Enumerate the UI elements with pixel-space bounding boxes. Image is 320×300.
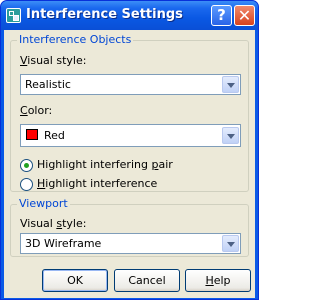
- chevron-down-icon[interactable]: [222, 235, 239, 252]
- visual-style-label: Visual style:: [20, 54, 86, 67]
- color-value: Red: [44, 129, 65, 142]
- viewport-visual-style-select[interactable]: 3D Wireframe: [20, 233, 241, 254]
- ok-button[interactable]: OK: [42, 269, 108, 292]
- red-color-swatch: [26, 129, 38, 140]
- interference-objects-group: Interference Objects Visual style: Reali…: [10, 33, 249, 192]
- viewport-visual-style-value: 3D Wireframe: [25, 237, 102, 250]
- help-button-rest: elp: [213, 274, 231, 287]
- color-label-rest: olor:: [27, 104, 53, 117]
- highlight-pair-radio[interactable]: [20, 159, 33, 172]
- help-button[interactable]: Help: [185, 269, 251, 292]
- color-label: Color:: [20, 104, 52, 117]
- visual-style-label-rest: isual style:: [27, 54, 87, 67]
- viewport-visual-style-label-pre: Visual: [20, 217, 57, 230]
- viewport-visual-style-label: Visual style:: [20, 217, 86, 230]
- chevron-down-icon[interactable]: [222, 76, 239, 93]
- window-title: Interference Settings: [26, 7, 183, 22]
- interference-objects-title: Interference Objects: [17, 33, 134, 46]
- cancel-button[interactable]: Cancel: [114, 269, 180, 292]
- highlight-pair-label-post: air: [158, 158, 173, 171]
- viewport-visual-style-label-post: tyle:: [62, 217, 87, 230]
- highlight-pair-label[interactable]: Highlight interfering pair: [37, 158, 173, 171]
- chevron-down-icon[interactable]: [222, 127, 239, 144]
- dialog-window: Interference Settings ? ✕ Interference O…: [0, 0, 259, 300]
- highlight-pair-label-pre: Highlight interfering: [37, 158, 152, 171]
- visual-style-select[interactable]: Realistic: [20, 74, 241, 95]
- help-button-mnemonic: H: [205, 274, 214, 287]
- close-icon[interactable]: ✕: [234, 5, 255, 26]
- visual-style-value: Realistic: [25, 78, 71, 91]
- color-label-mnemonic: C: [20, 104, 28, 117]
- viewport-title: Viewport: [17, 197, 70, 210]
- highlight-interference-label-post: ighlight interference: [45, 177, 158, 190]
- interference-app-icon: [6, 8, 21, 23]
- viewport-group: Viewport Visual style: 3D Wireframe: [10, 197, 249, 257]
- highlight-interference-label[interactable]: Highlight interference: [37, 177, 157, 190]
- title-bar[interactable]: Interference Settings ? ✕: [1, 1, 258, 30]
- color-select[interactable]: Red: [20, 124, 241, 147]
- highlight-interference-radio[interactable]: [20, 178, 33, 191]
- dialog-client: Interference Objects Visual style: Reali…: [4, 30, 255, 298]
- help-icon[interactable]: ?: [211, 5, 232, 26]
